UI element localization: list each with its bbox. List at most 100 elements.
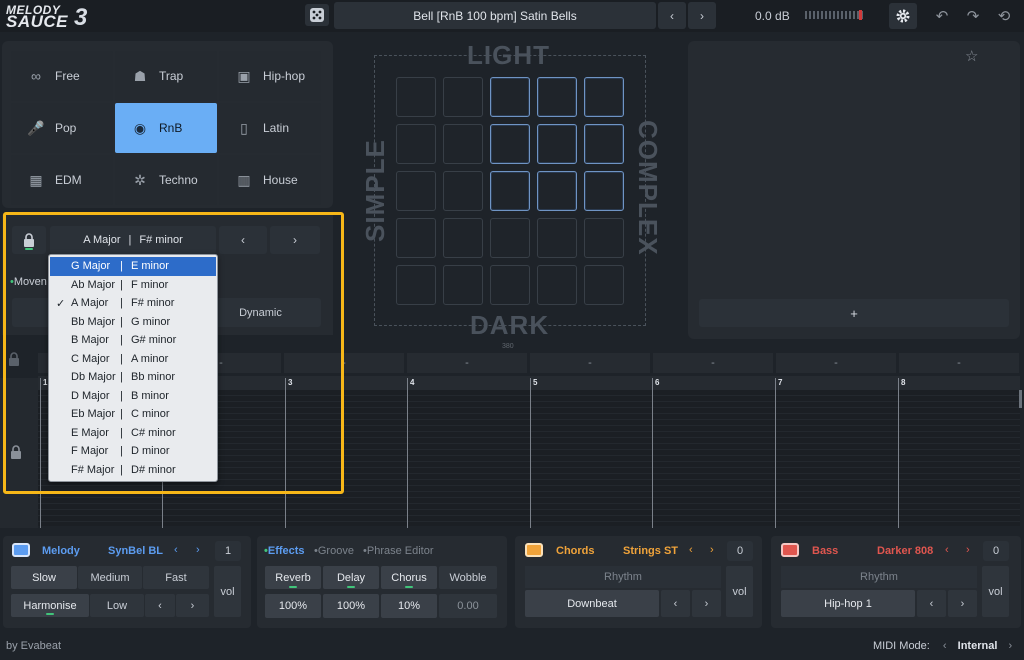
tab-groove[interactable]: •Groove [314, 545, 354, 557]
preset-next-button[interactable]: › [688, 2, 716, 29]
chord-segment[interactable]: - [284, 353, 404, 373]
genre-latin[interactable]: ▯ Latin [219, 103, 321, 153]
pad-1-4[interactable] [584, 124, 624, 164]
chords-pattern[interactable]: Downbeat [525, 590, 659, 617]
genre-techno[interactable]: ✲ Techno [115, 155, 217, 205]
speed-fast[interactable]: Fast [143, 566, 209, 589]
key-option[interactable]: Ab Major | F minor [50, 276, 216, 295]
speed-medium[interactable]: Medium [78, 566, 142, 589]
key-next-button[interactable]: › [270, 226, 320, 254]
redo-icon[interactable]: ↷ [961, 4, 985, 28]
randomize-dice-button[interactable] [305, 4, 329, 26]
effect-wobble-button[interactable]: Wobble [439, 566, 497, 589]
chord-segment[interactable]: - [899, 353, 1019, 373]
undo-icon[interactable]: ↶ [930, 4, 954, 28]
key-option[interactable]: Db Major | Bb minor [50, 368, 216, 387]
key-prev-button[interactable]: ‹ [219, 226, 267, 254]
tab-effects[interactable]: •Effects [264, 545, 305, 557]
add-button[interactable]: + [699, 299, 1009, 327]
effect-reverb-value[interactable]: 100% [265, 594, 321, 618]
melody-volume[interactable]: vol [214, 566, 241, 617]
midi-next-icon[interactable]: › [1008, 640, 1012, 652]
grid-scrollbar[interactable] [1019, 390, 1022, 408]
pad-3-3[interactable] [537, 218, 577, 258]
key-option[interactable]: ✓ A Major | F# minor [50, 294, 216, 313]
chord-segment[interactable]: - [776, 353, 896, 373]
key-selector[interactable]: A Major | F# minor [50, 226, 216, 254]
key-option[interactable]: C Major | A minor [50, 350, 216, 369]
bass-toggle[interactable] [781, 543, 799, 557]
settings-button[interactable] [889, 3, 917, 29]
speed-slow[interactable]: Slow [11, 566, 77, 589]
key-lock-button[interactable] [12, 226, 46, 254]
genre-free[interactable]: ∞ Free [11, 51, 113, 101]
pad-2-2[interactable] [490, 171, 530, 211]
bass-prev-icon[interactable]: ‹ [945, 544, 949, 556]
history-icon[interactable]: ⟲ [992, 4, 1016, 28]
pad-0-0[interactable] [396, 77, 436, 117]
melody-next-icon[interactable]: › [196, 544, 200, 556]
pad-3-1[interactable] [443, 218, 483, 258]
key-option[interactable]: F Major | D minor [50, 442, 216, 461]
pad-2-3[interactable] [537, 171, 577, 211]
timeline-lock-icon[interactable] [8, 352, 26, 374]
pad-2-0[interactable] [396, 171, 436, 211]
genre-house[interactable]: ▥ House [219, 155, 321, 205]
range-next-button[interactable]: › [176, 594, 209, 617]
bass-pattern[interactable]: Hip-hop 1 [781, 590, 915, 617]
key-option[interactable]: Bb Major | G minor [50, 313, 216, 332]
chords-toggle[interactable] [525, 543, 543, 557]
movement-option-left[interactable] [12, 298, 52, 327]
genre-edm[interactable]: ▦ EDM [11, 155, 113, 205]
melody-instrument[interactable]: SynBel BL [108, 545, 163, 557]
key-option[interactable]: F# Major | D# minor [50, 461, 216, 480]
range-prev-button[interactable]: ‹ [145, 594, 175, 617]
chords-next-icon[interactable]: › [710, 544, 714, 556]
pad-4-1[interactable] [443, 265, 483, 305]
bass-pattern-prev[interactable]: ‹ [917, 590, 946, 617]
bass-count[interactable]: 0 [983, 541, 1009, 561]
genre-trap[interactable]: ☗ Trap [115, 51, 217, 101]
pad-3-2[interactable] [490, 218, 530, 258]
pad-4-4[interactable] [584, 265, 624, 305]
pad-0-4[interactable] [584, 77, 624, 117]
key-option[interactable]: Eb Major | C minor [50, 405, 216, 424]
key-option[interactable]: G Major | E minor [50, 257, 216, 276]
star-icon[interactable]: ☆ [965, 47, 978, 65]
key-option[interactable]: D Major | B minor [50, 387, 216, 406]
chord-segment[interactable]: - [407, 353, 527, 373]
chords-prev-icon[interactable]: ‹ [689, 544, 693, 556]
tab-phrase-editor[interactable]: •Phrase Editor [363, 545, 434, 557]
pad-2-4[interactable] [584, 171, 624, 211]
preset-prev-button[interactable]: ‹ [658, 2, 686, 29]
midi-prev-icon[interactable]: ‹ [943, 640, 947, 652]
pad-0-3[interactable] [537, 77, 577, 117]
pad-1-3[interactable] [537, 124, 577, 164]
genre-rnb[interactable]: ◉ RnB [115, 103, 217, 153]
pad-0-1[interactable] [443, 77, 483, 117]
bass-instrument[interactable]: Darker 808 [877, 545, 933, 557]
pad-4-3[interactable] [537, 265, 577, 305]
dynamic-button[interactable]: Dynamic [200, 298, 321, 327]
effect-delay-value[interactable]: 100% [323, 594, 379, 618]
pad-1-0[interactable] [396, 124, 436, 164]
chord-segment[interactable]: - [653, 353, 773, 373]
bass-pattern-next[interactable]: › [948, 590, 977, 617]
pad-4-2[interactable] [490, 265, 530, 305]
genre-pop[interactable]: 🎤 Pop [11, 103, 113, 153]
chords-pattern-next[interactable]: › [692, 590, 721, 617]
genre-hip-hop[interactable]: ▣ Hip-hop [219, 51, 321, 101]
bass-next-icon[interactable]: › [966, 544, 970, 556]
preset-selector[interactable]: Bell [RnB 100 bpm] Satin Bells [334, 2, 656, 29]
bass-volume[interactable]: vol [982, 566, 1009, 617]
chords-count[interactable]: 0 [727, 541, 753, 561]
key-option[interactable]: E Major | C# minor [50, 424, 216, 443]
pad-2-1[interactable] [443, 171, 483, 211]
midi-mode-value[interactable]: Internal [958, 640, 998, 652]
pad-1-1[interactable] [443, 124, 483, 164]
pad-0-2[interactable] [490, 77, 530, 117]
chords-instrument[interactable]: Strings ST [623, 545, 678, 557]
pad-4-0[interactable] [396, 265, 436, 305]
chords-pattern-prev[interactable]: ‹ [661, 590, 690, 617]
melody-count[interactable]: 1 [215, 541, 241, 561]
